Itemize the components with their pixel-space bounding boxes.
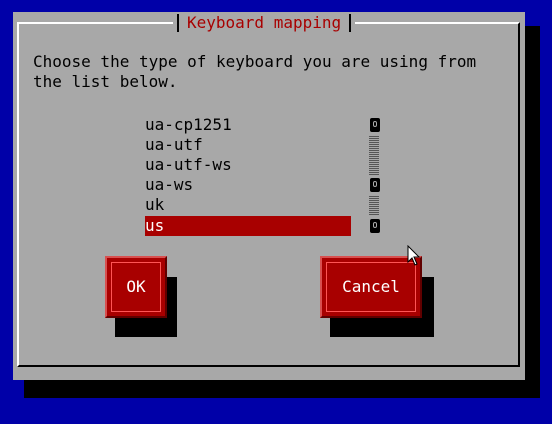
keyboard-listbox[interactable]: ua-cp1251 ua-utf ua-utf-ws ua-ws uk us xyxy=(145,115,385,239)
title-divider-left xyxy=(177,14,179,32)
list-item[interactable]: ua-ws xyxy=(145,175,351,195)
ok-button-label: OK xyxy=(111,262,161,312)
list-item[interactable]: ua-utf-ws xyxy=(145,155,351,175)
scroll-up-icon[interactable] xyxy=(369,115,381,135)
ok-button[interactable]: OK xyxy=(105,256,167,318)
keyboard-mapping-dialog: Keyboard mapping Choose the type of keyb… xyxy=(13,12,525,380)
dialog-title-bar: Keyboard mapping xyxy=(173,12,356,34)
screen-background: Keyboard mapping Choose the type of keyb… xyxy=(0,0,552,424)
list-item-selected[interactable]: us xyxy=(145,216,351,236)
dialog-prompt: Choose the type of keyboard you are usin… xyxy=(33,52,477,91)
scroll-track[interactable] xyxy=(369,135,379,175)
scroll-up-glyph xyxy=(370,118,380,132)
scroll-thumb-glyph xyxy=(370,178,380,192)
mouse-pointer-icon xyxy=(407,245,421,266)
list-item[interactable]: ua-utf xyxy=(145,135,351,155)
title-divider-right xyxy=(349,14,352,32)
list-item[interactable]: ua-cp1251 xyxy=(145,115,351,135)
dialog-title: Keyboard mapping xyxy=(187,13,342,32)
list-scrollbar[interactable] xyxy=(369,115,381,239)
scroll-track-lower[interactable] xyxy=(369,195,379,215)
cancel-button-label: Cancel xyxy=(326,262,416,312)
scroll-down-glyph xyxy=(370,219,380,233)
list-item[interactable]: uk xyxy=(145,195,351,215)
scroll-thumb-icon[interactable] xyxy=(369,175,381,195)
scroll-down-icon[interactable] xyxy=(369,216,381,236)
